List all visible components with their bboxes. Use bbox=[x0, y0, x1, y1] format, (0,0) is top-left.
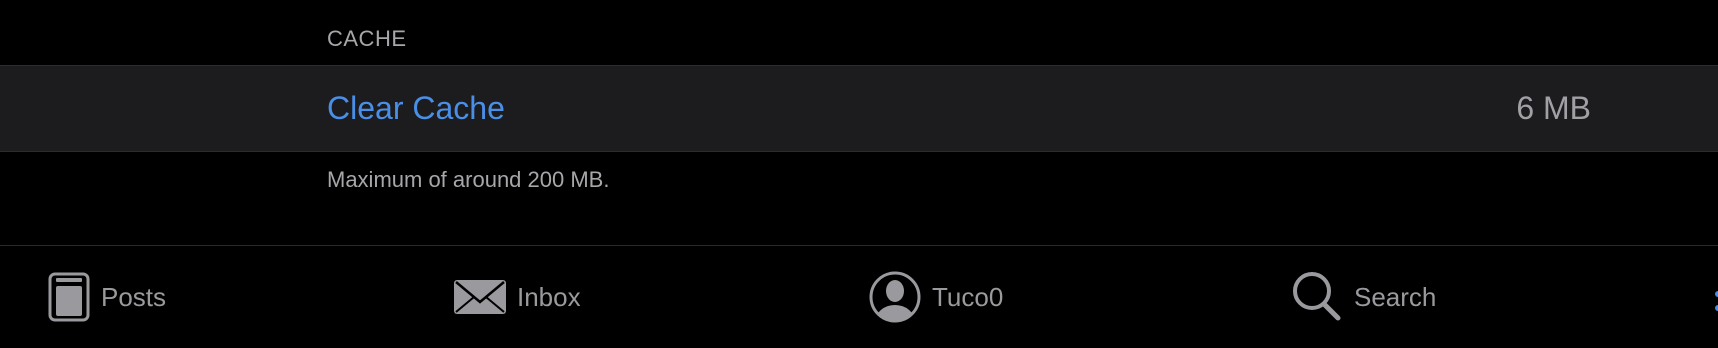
posts-icon bbox=[47, 270, 91, 324]
tab-search-label: Search bbox=[1354, 281, 1437, 312]
account-icon bbox=[868, 270, 922, 324]
tab-bar: Posts Inbox Tuco0 Search bbox=[0, 245, 1718, 348]
tab-posts-label: Posts bbox=[101, 281, 167, 312]
more-tab-icon[interactable] bbox=[1710, 290, 1718, 312]
cache-size-value: 6 MB bbox=[1516, 90, 1591, 126]
tab-posts[interactable]: Posts bbox=[47, 246, 166, 348]
tab-account[interactable]: Tuco0 bbox=[868, 246, 1003, 348]
cache-section-header: CACHE bbox=[327, 26, 407, 51]
clear-cache-cell[interactable]: Clear Cache 6 MB bbox=[0, 65, 1718, 152]
envelope-icon bbox=[453, 270, 507, 324]
clear-cache-button[interactable]: Clear Cache bbox=[327, 90, 505, 127]
tab-account-label: Tuco0 bbox=[932, 281, 1004, 312]
tab-search[interactable]: Search bbox=[1290, 246, 1436, 348]
tab-inbox[interactable]: Inbox bbox=[453, 246, 581, 348]
tab-inbox-label: Inbox bbox=[517, 281, 581, 312]
cache-section-footer: Maximum of around 200 MB. bbox=[327, 167, 610, 192]
search-icon bbox=[1290, 270, 1344, 324]
